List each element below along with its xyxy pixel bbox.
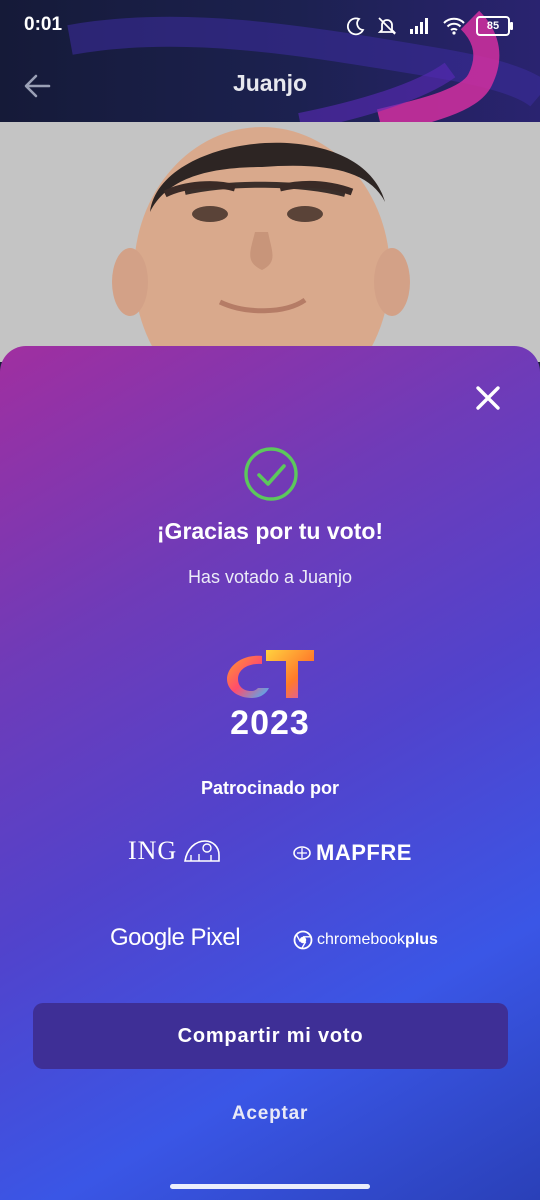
contestant-photo (0, 122, 540, 362)
close-icon (476, 386, 500, 410)
share-vote-button[interactable]: Compartir mi voto (33, 1003, 508, 1069)
page-title: Juanjo (232, 70, 308, 96)
sponsor-google-pixel-logo: Google Pixel (110, 924, 241, 952)
sponsor-chromebook-plus: plus (405, 931, 438, 948)
check-circle-icon (244, 447, 298, 501)
mapfre-icon (293, 846, 311, 860)
logo-year: 2023 (230, 704, 310, 742)
sponsor-mapfre-text: MAPFRE (316, 840, 412, 865)
app-bar: Juanjo (0, 52, 540, 118)
sponsored-label: Patrocinado por (200, 778, 339, 798)
status-icons: 85 (346, 14, 513, 38)
home-indicator[interactable] (170, 1184, 370, 1189)
sponsor-google-pixel-text: Google Pixel (110, 924, 241, 951)
sponsor-mapfre-logo: MAPFRE (292, 840, 412, 866)
top-header: 0:01 85 Juanjo (0, 0, 540, 122)
signal-icon (410, 18, 428, 34)
moon-icon (346, 17, 365, 36)
wifi-icon (443, 17, 465, 35)
portrait-image (0, 122, 540, 362)
sponsor-ing-logo: ING (128, 836, 223, 866)
close-button[interactable] (472, 382, 504, 414)
voted-for-text: Has votado a Juanjo (187, 567, 353, 587)
sponsor-chromebook-logo: chromebook plus (293, 930, 438, 950)
sponsor-chromebook-text: chromebook (317, 931, 406, 948)
mute-icon (377, 17, 397, 35)
accept-button[interactable]: Aceptar (200, 1096, 340, 1132)
battery-icon: 85 (476, 16, 513, 36)
thanks-heading: ¡Gracias por tu voto! (156, 518, 384, 544)
status-bar: 0:01 85 (0, 0, 540, 50)
status-time: 0:01 (24, 14, 63, 35)
vote-confirmation-sheet: ¡Gracias por tu voto! Has votado a Juanj… (0, 346, 540, 1200)
lion-icon (184, 840, 221, 862)
sponsor-ing-text: ING (128, 836, 178, 865)
chrome-icon (293, 930, 313, 950)
